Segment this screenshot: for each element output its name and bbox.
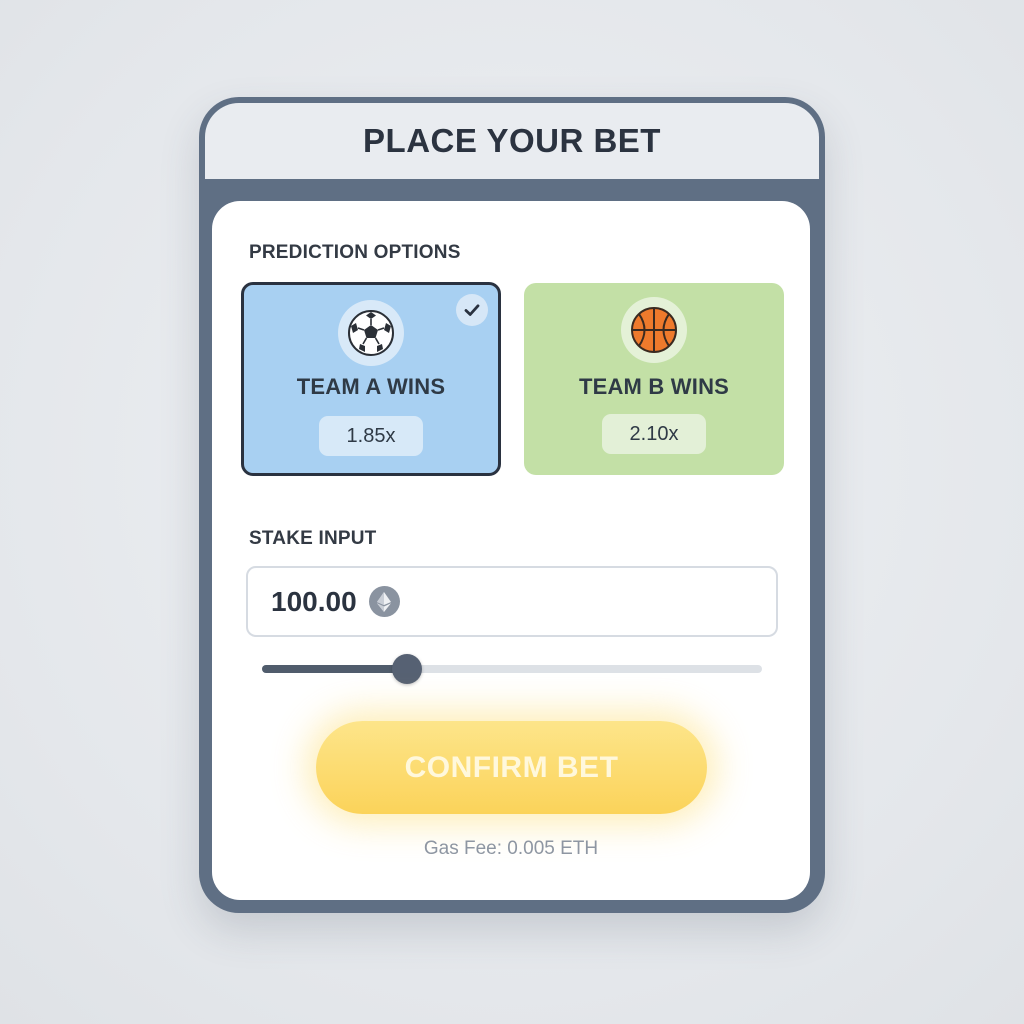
odds-badge: 1.85x xyxy=(319,416,423,456)
selected-check-icon xyxy=(456,294,488,326)
option-team-a[interactable]: TEAM A WINS 1.85x xyxy=(241,282,501,476)
option-title: TEAM B WINS xyxy=(578,374,730,399)
basketball-icon xyxy=(621,297,687,363)
panel-header: PLACE YOUR BET xyxy=(205,103,819,179)
soccer-ball-icon xyxy=(338,300,404,366)
stake-slider[interactable] xyxy=(262,654,762,684)
stake-input-label: STAKE INPUT xyxy=(249,528,377,549)
slider-thumb[interactable] xyxy=(392,654,422,684)
option-team-b[interactable]: TEAM B WINS 2.10x xyxy=(524,283,784,475)
gas-fee-text: Gas Fee: 0.005 ETH xyxy=(423,838,599,859)
bet-panel: PLACE YOUR BET PREDICTION OPTIONS TEAM A… xyxy=(199,97,825,913)
stake-input[interactable]: 100.00 xyxy=(246,566,778,637)
page-title: PLACE YOUR BET xyxy=(363,122,661,159)
screen: PLACE YOUR BET PREDICTION OPTIONS TEAM A… xyxy=(0,0,1024,1024)
slider-fill xyxy=(262,665,407,673)
ethereum-icon xyxy=(368,586,400,617)
bet-form: PREDICTION OPTIONS TEAM A WINS 1.85x TEA… xyxy=(212,201,810,900)
prediction-options-label: PREDICTION OPTIONS xyxy=(249,242,461,263)
confirm-bet-button[interactable]: CONFIRM BET xyxy=(316,721,707,814)
stake-value: 100.00 xyxy=(271,585,357,617)
option-title: TEAM A WINS xyxy=(296,374,446,399)
odds-badge: 2.10x xyxy=(602,414,706,454)
